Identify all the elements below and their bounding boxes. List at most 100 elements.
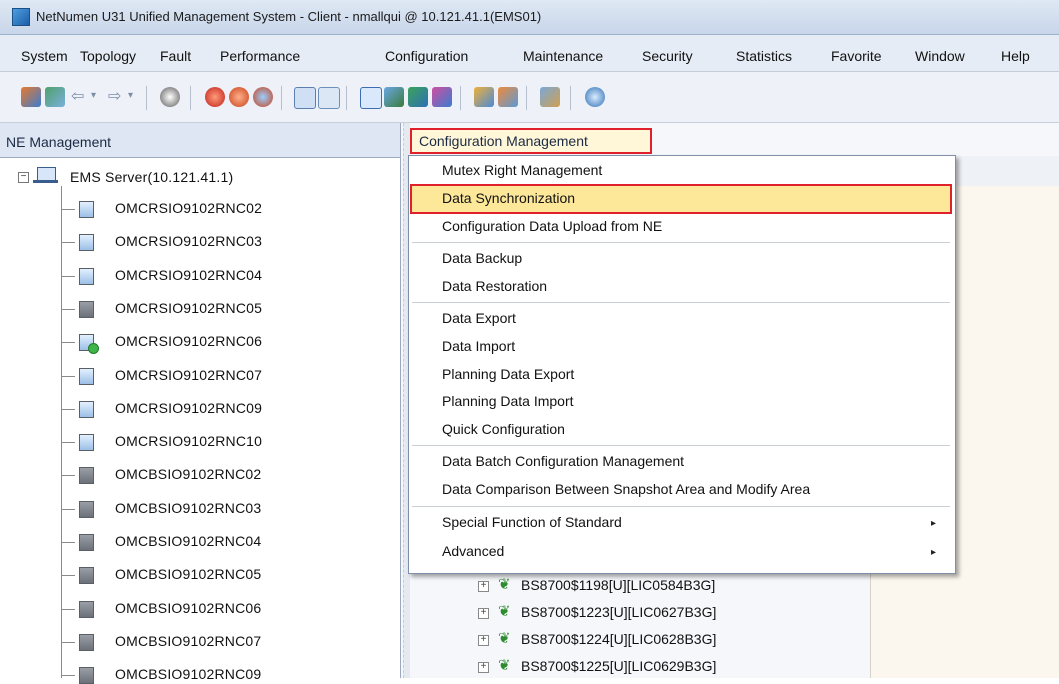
menu-help[interactable]: Help	[1001, 48, 1030, 64]
tree-connector	[61, 209, 75, 210]
submenu-arrow-icon: ▸	[931, 518, 937, 529]
tree-connector	[61, 575, 75, 576]
menu-item-planning-data-import[interactable]: Planning Data Import	[442, 393, 574, 409]
menu-bar: System Topology Fault Performance Config…	[0, 35, 1059, 72]
help-icon[interactable]	[585, 87, 605, 107]
tree-expand-icon[interactable]: +	[478, 608, 489, 619]
ne-node-label[interactable]: OMCRSIO9102RNC07	[115, 367, 262, 383]
tree-expand-icon[interactable]: +	[478, 662, 489, 673]
config-export-icon[interactable]	[498, 87, 518, 107]
menu-item-advanced[interactable]: Advanced	[442, 543, 504, 559]
submenu-arrow-icon: ▸	[931, 547, 937, 558]
ne-node-label[interactable]: OMCRSIO9102RNC03	[115, 233, 262, 249]
ne-node-label[interactable]: OMCRSIO9102RNC02	[115, 200, 262, 216]
alarm-settings-icon[interactable]	[253, 87, 273, 107]
menu-window[interactable]: Window	[915, 48, 965, 64]
menu-configuration[interactable]: Configuration	[385, 48, 468, 64]
menu-item-planning-data-export[interactable]: Planning Data Export	[442, 366, 574, 382]
forward-arrow-icon[interactable]: ⇨	[108, 86, 121, 106]
ne-node-label[interactable]: OMCRSIO9102RNC04	[115, 267, 262, 283]
tools-icon[interactable]	[540, 87, 560, 107]
ne-node-icon	[79, 434, 94, 451]
menu-item-quick-configuration[interactable]: Quick Configuration	[442, 421, 565, 437]
menu-item-configuration-data-upload[interactable]: Configuration Data Upload from NE	[442, 218, 662, 234]
window-title: NetNumen U31 Unified Management System -…	[36, 9, 542, 24]
bs-node-label[interactable]: BS8700$1224[U][LIC0628B3G]	[521, 631, 716, 647]
tree-root-label[interactable]: EMS Server(10.121.41.1)	[70, 169, 233, 185]
ne-node-label[interactable]: OMCBSIO9102RNC05	[115, 566, 261, 582]
ne-management-tab-label: NE Management	[6, 134, 112, 150]
menu-system[interactable]: System	[21, 48, 68, 64]
tree-expand-icon[interactable]: +	[478, 581, 489, 592]
menu-item-special-function[interactable]: Special Function of Standard	[442, 514, 622, 530]
ne-node-icon	[79, 268, 94, 285]
menu-item-data-import[interactable]: Data Import	[442, 338, 515, 354]
ne-node-label[interactable]: OMCBSIO9102RNC03	[115, 500, 261, 516]
menu-statistics[interactable]: Statistics	[736, 48, 792, 64]
ne-node-label[interactable]: OMCBSIO9102RNC04	[115, 533, 261, 549]
tree-collapse-icon[interactable]: −	[18, 172, 29, 183]
ne-node-icon	[79, 401, 94, 418]
tree-connector	[61, 186, 62, 678]
menu-performance[interactable]: Performance	[220, 48, 300, 64]
menu-fault[interactable]: Fault	[160, 48, 191, 64]
view-icon[interactable]	[45, 87, 65, 107]
menu-separator	[412, 242, 950, 243]
toolbar-separator	[281, 86, 282, 110]
ne-node-label[interactable]: OMCBSIO9102RNC09	[115, 666, 261, 682]
ne-node-label[interactable]: OMCBSIO9102RNC07	[115, 633, 261, 649]
table-icon[interactable]	[294, 87, 316, 109]
globe-icon[interactable]	[160, 87, 180, 107]
menu-item-data-comparison[interactable]: Data Comparison Between Snapshot Area an…	[442, 481, 810, 497]
menu-item-data-restoration[interactable]: Data Restoration	[442, 278, 547, 294]
tree-connector	[61, 675, 75, 676]
ne-node-label[interactable]: OMCRSIO9102RNC05	[115, 300, 262, 316]
ne-node-label[interactable]: OMCRSIO9102RNC06	[115, 333, 262, 349]
ne-node-label[interactable]: OMCBSIO9102RNC06	[115, 600, 261, 616]
tree-connector	[61, 242, 75, 243]
forward-dropdown-icon[interactable]: ▾	[128, 90, 133, 101]
back-arrow-icon[interactable]: ⇦	[71, 86, 84, 106]
ne-node-label[interactable]: OMCBSIO9102RNC02	[115, 466, 261, 482]
menu-maintenance[interactable]: Maintenance	[523, 48, 603, 64]
bs-node-label[interactable]: BS8700$1223[U][LIC0627B3G]	[521, 604, 716, 620]
chart-icon[interactable]	[384, 87, 404, 107]
topology-icon[interactable]	[21, 87, 41, 107]
tree-expand-icon[interactable]: +	[478, 635, 489, 646]
ne-node-icon	[79, 368, 94, 385]
leaf-icon: ❦	[498, 603, 511, 620]
config-icon[interactable]	[474, 87, 494, 107]
network-icon[interactable]	[432, 87, 452, 107]
menu-item-data-backup[interactable]: Data Backup	[442, 250, 522, 266]
alarm-icon[interactable]	[205, 87, 225, 107]
menu-item-data-synchronization[interactable]: Data Synchronization	[442, 190, 575, 206]
ne-node-icon	[79, 201, 94, 218]
report-icon[interactable]	[318, 87, 340, 109]
ne-node-label[interactable]: OMCRSIO9102RNC09	[115, 400, 262, 416]
bs-node-label[interactable]: BS8700$1225[U][LIC0629B3G]	[521, 658, 716, 674]
toolbar: ⇦ ▾ ⇨ ▾	[0, 72, 1059, 123]
tree-connector	[61, 276, 75, 277]
alarm-history-icon[interactable]	[229, 87, 249, 107]
toolbar-separator	[146, 86, 147, 110]
tree-connector	[61, 342, 75, 343]
ne-node-icon	[79, 234, 94, 251]
bs-node-label[interactable]: BS8700$1198[U][LIC0584B3G]	[521, 577, 715, 593]
app-icon	[12, 8, 30, 26]
menu-security[interactable]: Security	[642, 48, 693, 64]
menu-item-data-export[interactable]: Data Export	[442, 310, 516, 326]
menu-topology[interactable]: Topology	[80, 48, 136, 64]
ne-node-icon	[79, 667, 94, 684]
tree-connector	[61, 376, 75, 377]
menu-separator	[412, 445, 950, 446]
menu-item-data-batch-configuration[interactable]: Data Batch Configuration Management	[442, 453, 684, 469]
configuration-management-tab-label: Configuration Management	[419, 133, 588, 149]
ne-node-icon	[79, 534, 94, 551]
toolbar-separator	[190, 86, 191, 110]
ne-node-label[interactable]: OMCRSIO9102RNC10	[115, 433, 262, 449]
graph-icon[interactable]	[408, 87, 428, 107]
back-dropdown-icon[interactable]: ▾	[91, 90, 96, 101]
text-icon[interactable]	[360, 87, 382, 109]
menu-item-mutex-right-management[interactable]: Mutex Right Management	[442, 162, 602, 178]
menu-favorite[interactable]: Favorite	[831, 48, 882, 64]
